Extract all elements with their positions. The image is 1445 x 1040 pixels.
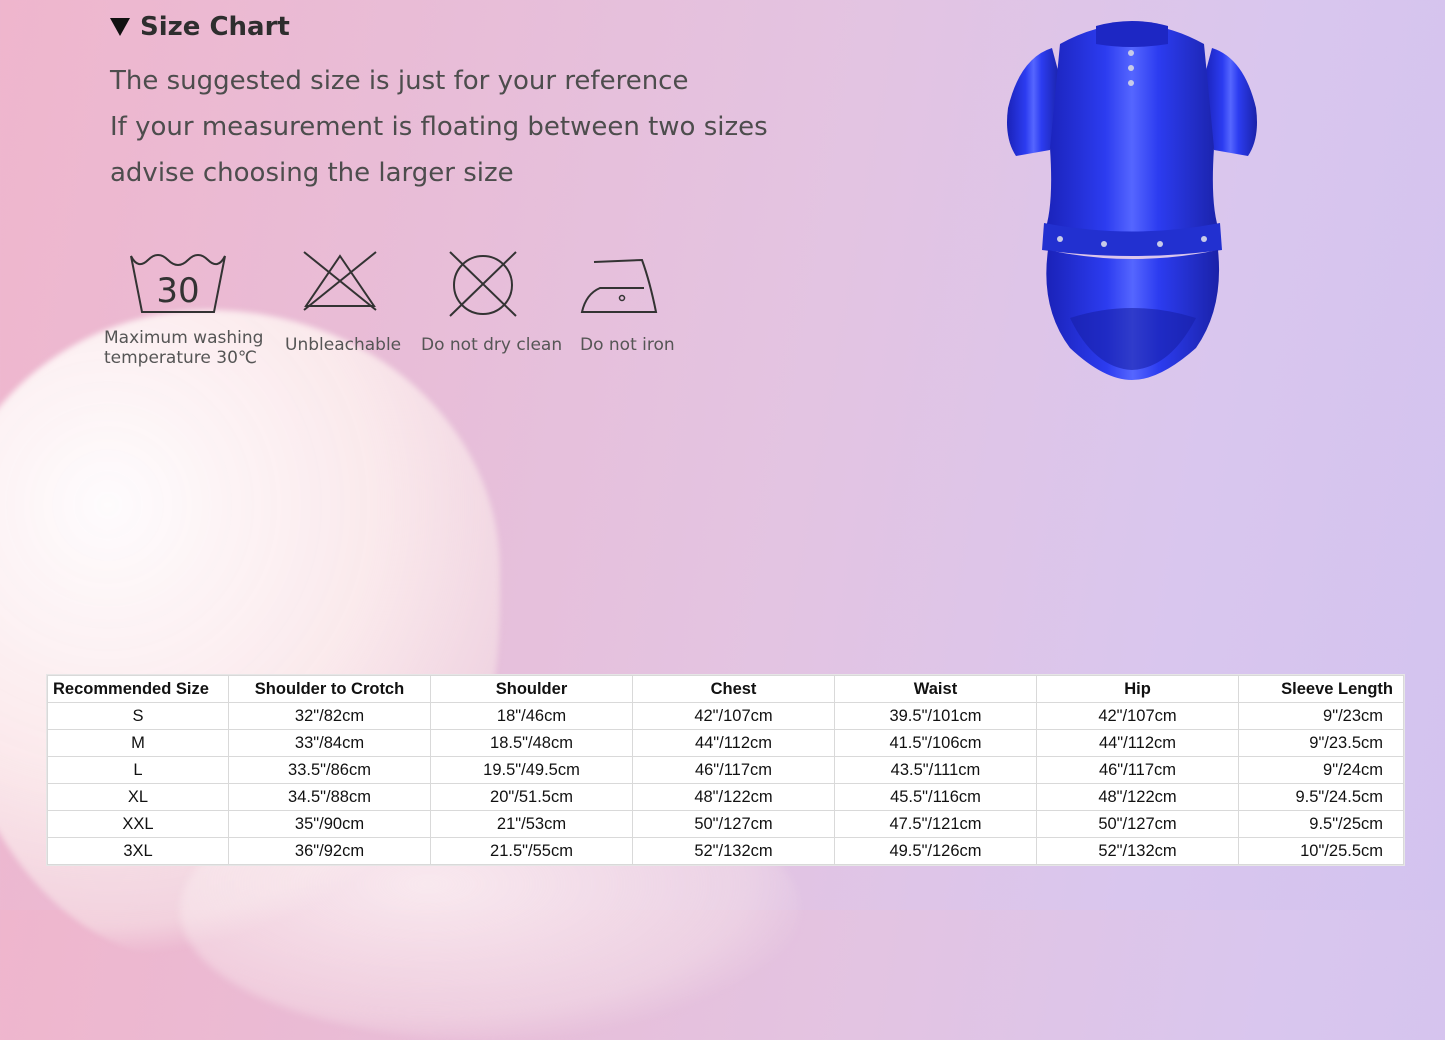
table-cell: 46"/117cm bbox=[1036, 756, 1239, 784]
care-no-iron bbox=[578, 248, 660, 318]
table-cell: 10"/25.5cm bbox=[1238, 837, 1404, 865]
table-cell: 48"/122cm bbox=[1036, 783, 1239, 811]
size-chart-title: Size Chart bbox=[140, 12, 290, 42]
size-notes: The suggested size is just for your refe… bbox=[110, 58, 768, 196]
column-header: Shoulder to Crotch bbox=[228, 675, 431, 703]
table-row: S 32"/82cm 18"/46cm 42"/107cm 39.5"/101c… bbox=[47, 702, 1404, 730]
table-cell: 3XL bbox=[47, 837, 229, 865]
table-cell: 39.5"/101cm bbox=[834, 702, 1037, 730]
care-label-wash-line1: Maximum washing bbox=[104, 328, 264, 348]
table-cell: 42"/107cm bbox=[1036, 702, 1239, 730]
table-cell: 21.5"/55cm bbox=[430, 837, 633, 865]
table-cell: 9"/23cm bbox=[1238, 702, 1404, 730]
table-cell: 43.5"/111cm bbox=[834, 756, 1037, 784]
table-header-row: Recommended Size Shoulder to Crotch Shou… bbox=[47, 675, 1404, 703]
table-cell: 44"/112cm bbox=[632, 729, 835, 757]
blue-bodysuit-image bbox=[1007, 21, 1257, 380]
table-cell: 49.5"/126cm bbox=[834, 837, 1037, 865]
care-label-no-bleach: Unbleachable bbox=[285, 335, 402, 355]
care-wash-30: 30 bbox=[128, 248, 228, 316]
table-cell: 45.5"/116cm bbox=[834, 783, 1037, 811]
table-row: L 33.5"/86cm 19.5"/49.5cm 46"/117cm 43.5… bbox=[47, 756, 1404, 784]
table-cell: 9"/23.5cm bbox=[1238, 729, 1404, 757]
table-cell: XXL bbox=[47, 810, 229, 838]
care-label-no-dry-clean: Do not dry clean bbox=[421, 335, 563, 355]
wash-30-icon: 30 bbox=[130, 254, 226, 313]
table-cell: 33"/84cm bbox=[228, 729, 431, 757]
table-cell: 50"/127cm bbox=[632, 810, 835, 838]
column-header: Shoulder bbox=[430, 675, 633, 703]
no-iron-icon bbox=[580, 258, 658, 313]
table-cell: 35"/90cm bbox=[228, 810, 431, 838]
triangle-down-icon bbox=[110, 18, 130, 36]
column-header: Chest bbox=[632, 675, 835, 703]
table-cell: 48"/122cm bbox=[632, 783, 835, 811]
table-cell: 20"/51.5cm bbox=[430, 783, 633, 811]
table-row: XL 34.5"/88cm 20"/51.5cm 48"/122cm 45.5"… bbox=[47, 783, 1404, 811]
table-cell: M bbox=[47, 729, 229, 757]
column-header: Waist bbox=[834, 675, 1037, 703]
table-cell: 9"/24cm bbox=[1238, 756, 1404, 784]
table-cell: 19.5"/49.5cm bbox=[430, 756, 633, 784]
column-header: Sleeve Length bbox=[1238, 675, 1404, 703]
care-label-no-iron: Do not iron bbox=[580, 335, 675, 355]
size-note: The suggested size is just for your refe… bbox=[110, 66, 689, 96]
size-note: If your measurement is floating between … bbox=[110, 112, 768, 142]
table-cell: 52"/132cm bbox=[1036, 837, 1239, 865]
care-label-wash-line2: temperature 30℃ bbox=[104, 348, 257, 368]
table-cell: 50"/127cm bbox=[1036, 810, 1239, 838]
product-image bbox=[1000, 18, 1265, 388]
table-row: 3XL 36"/92cm 21.5"/55cm 52"/132cm 49.5"/… bbox=[47, 837, 1404, 865]
size-note: advise choosing the larger size bbox=[110, 158, 514, 188]
table-cell: 47.5"/121cm bbox=[834, 810, 1037, 838]
table-cell: 33.5"/86cm bbox=[228, 756, 431, 784]
care-no-bleach bbox=[300, 248, 380, 314]
table-cell: S bbox=[47, 702, 229, 730]
table-cell: 46"/117cm bbox=[632, 756, 835, 784]
no-bleach-icon bbox=[303, 251, 377, 311]
table-cell: 18"/46cm bbox=[430, 702, 633, 730]
table-cell: XL bbox=[47, 783, 229, 811]
table-cell: 44"/112cm bbox=[1036, 729, 1239, 757]
table-row: M 33"/84cm 18.5"/48cm 44"/112cm 41.5"/10… bbox=[47, 729, 1404, 757]
care-no-dry-clean bbox=[448, 248, 518, 318]
table-cell: L bbox=[47, 756, 229, 784]
table-cell: 32"/82cm bbox=[228, 702, 431, 730]
table-cell: 41.5"/106cm bbox=[834, 729, 1037, 757]
wash-temperature-number: 30 bbox=[156, 271, 199, 311]
table-cell: 34.5"/88cm bbox=[228, 783, 431, 811]
table-cell: 42"/107cm bbox=[632, 702, 835, 730]
column-header: Recommended Size bbox=[47, 675, 229, 703]
column-header: Hip bbox=[1036, 675, 1239, 703]
table-cell: 21"/53cm bbox=[430, 810, 633, 838]
table-cell: 9.5"/24.5cm bbox=[1238, 783, 1404, 811]
no-dry-clean-icon bbox=[449, 251, 517, 317]
table-cell: 18.5"/48cm bbox=[430, 729, 633, 757]
table-cell: 52"/132cm bbox=[632, 837, 835, 865]
table-cell: 36"/92cm bbox=[228, 837, 431, 865]
size-chart-header: Size Chart bbox=[110, 12, 290, 42]
table-cell: 9.5"/25cm bbox=[1238, 810, 1404, 838]
size-table: Recommended Size Shoulder to Crotch Shou… bbox=[47, 675, 1404, 865]
table-row: XXL 35"/90cm 21"/53cm 50"/127cm 47.5"/12… bbox=[47, 810, 1404, 838]
